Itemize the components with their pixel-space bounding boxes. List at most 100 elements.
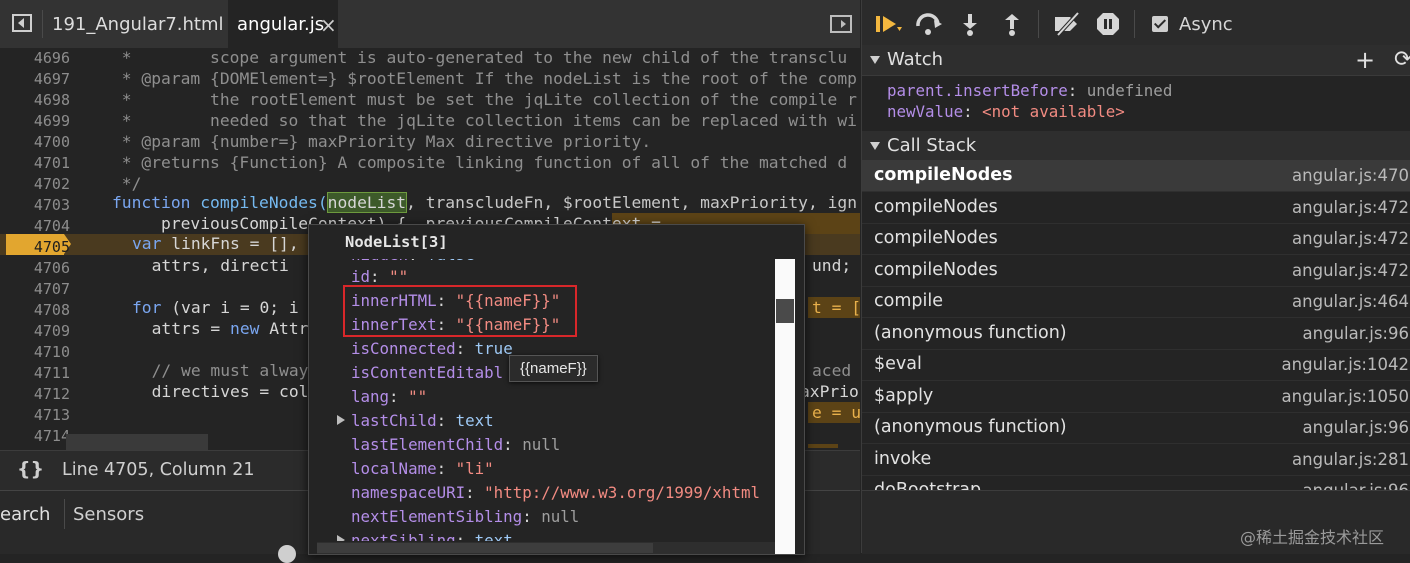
prop-sep: :: [522, 507, 542, 526]
callstack-frame[interactable]: $eval angular.js:1042: [862, 349, 1410, 381]
code-token: compileNodes(: [200, 193, 328, 212]
step-into-icon[interactable]: [960, 12, 980, 36]
sidebar-right-toggle-icon[interactable]: [830, 15, 852, 33]
callstack-frame[interactable]: compile angular.js:464: [862, 286, 1410, 318]
pretty-print-icon[interactable]: {}: [17, 458, 44, 480]
sidebar-toggle-icon[interactable]: [12, 14, 32, 32]
property-row[interactable]: nextElementSibling: null: [351, 507, 579, 526]
frame-name: compile: [874, 291, 943, 311]
frame-location: angular.js:472: [1292, 260, 1409, 280]
callstack-frame[interactable]: $apply angular.js:1050: [862, 381, 1410, 413]
line-number: 4707: [33, 280, 70, 298]
property-row[interactable]: namespaceURI: "http://www.w3.org/1999/xh…: [351, 483, 760, 502]
frame-location: angular.js:1042: [1281, 355, 1409, 374]
watch-section-header[interactable]: Watch + ⟳: [862, 45, 1410, 76]
async-checkbox[interactable]: [1152, 16, 1168, 32]
debugger-toolbar: Async: [862, 0, 1410, 49]
tab-search[interactable]: earch: [0, 504, 50, 525]
callstack-section-header[interactable]: Call Stack: [862, 131, 1410, 162]
expand-triangle-icon: [870, 142, 880, 150]
prop-key: isConnected: [351, 339, 456, 358]
property-row[interactable]: lastElementChild: null: [351, 435, 560, 454]
line-number: 4699: [33, 112, 70, 130]
scrollbar-thumb[interactable]: [776, 299, 794, 323]
line-number: 4702: [33, 175, 70, 193]
frame-name: $eval: [874, 354, 922, 374]
callstack-title: Call Stack: [887, 135, 977, 156]
refresh-icon[interactable]: ⟳: [1394, 45, 1410, 75]
property-row[interactable]: localName: "li": [351, 459, 494, 478]
line-number: 4714: [33, 427, 70, 445]
prop-key: namespaceURI: [351, 483, 466, 502]
expand-arrow-icon[interactable]: [337, 415, 345, 425]
prop-key: lastElementChild: [351, 435, 504, 454]
popover-horizontal-scrollbar[interactable]: [317, 542, 775, 554]
tab-191-angular7-html[interactable]: 191_Angular7.html: [52, 0, 224, 48]
tab-label: 191_Angular7.html: [52, 14, 224, 35]
callstack-frame[interactable]: invoke angular.js:281: [862, 444, 1410, 476]
frame-name: compileNodes: [874, 165, 1013, 185]
property-row[interactable]: lang: "": [351, 387, 427, 406]
hovered-variable[interactable]: nodeList: [326, 192, 408, 213]
tab-sensors[interactable]: Sensors: [73, 504, 144, 525]
callstack-frame[interactable]: (anonymous function) angular.js:96: [862, 412, 1410, 444]
popover-vertical-scrollbar[interactable]: [775, 259, 795, 554]
property-row[interactable]: hidden: false: [351, 259, 475, 264]
tab-angular-js[interactable]: angular.js ×: [228, 0, 338, 48]
callstack-frame[interactable]: compileNodes angular.js:472: [862, 192, 1410, 224]
prop-sep: :: [436, 459, 456, 478]
prop-value: "http://www.w3.org/1999/xhtml: [484, 483, 760, 502]
watch-value: <not available>: [982, 102, 1125, 121]
popover-title: NodeList[3]: [345, 233, 448, 251]
resume-icon[interactable]: [874, 12, 904, 36]
callstack-frame-selected[interactable]: compileNodes angular.js:470: [862, 160, 1410, 192]
code-token: {DOMElement=} $rootElement If the nodeLi…: [210, 69, 857, 88]
line-number: 4704: [33, 217, 70, 235]
code-line: */: [112, 174, 142, 193]
prop-value: false: [427, 259, 475, 264]
code-line-fragment: axPrio: [800, 382, 859, 401]
close-icon[interactable]: ×: [320, 0, 337, 50]
step-out-icon[interactable]: [1002, 12, 1022, 36]
toolbar-divider: [1134, 10, 1135, 38]
callstack-frame[interactable]: (anonymous function) angular.js:96: [862, 318, 1410, 350]
code-line: // we must alway: [132, 361, 309, 380]
property-row[interactable]: id: "": [351, 267, 408, 286]
clear-icon[interactable]: [278, 545, 296, 563]
prop-key: lang: [351, 387, 390, 406]
code-line: * the rootElement must be set the jqLite…: [112, 90, 857, 109]
frame-name: invoke: [874, 448, 932, 469]
object-preview-popover[interactable]: NodeList[3] hidden: false id: "" innerHT…: [308, 224, 805, 555]
scrollbar-thumb[interactable]: [317, 543, 653, 553]
horizontal-scrollbar[interactable]: [66, 434, 208, 450]
add-watch-icon[interactable]: +: [1355, 45, 1375, 75]
editor-tab-bar: 191_Angular7.html angular.js ×: [0, 0, 860, 49]
prop-sep: :: [455, 531, 475, 541]
property-row[interactable]: isContentEditabl: [351, 363, 503, 382]
property-row[interactable]: isConnected: true: [351, 339, 513, 358]
line-number: 4712: [33, 385, 70, 403]
watch-value: undefined: [1086, 81, 1173, 100]
expand-arrow-icon[interactable]: [337, 535, 345, 541]
watch-item[interactable]: parent.insertBefore: undefined: [887, 80, 1172, 101]
frame-name: compileNodes: [874, 228, 998, 248]
prop-sep: :: [389, 387, 409, 406]
pause-on-exceptions-icon[interactable]: [1096, 12, 1120, 36]
step-over-icon[interactable]: [914, 12, 944, 36]
watch-list: parent.insertBefore: undefined newValue:…: [887, 80, 1172, 122]
deactivate-breakpoints-icon[interactable]: [1052, 12, 1082, 36]
property-row-expandable[interactable]: nextSibling: text: [337, 531, 513, 541]
property-row-expandable[interactable]: lastChild: text: [337, 411, 494, 430]
prop-value: text: [474, 531, 513, 541]
code-line: attrs = new Attr: [132, 319, 309, 338]
callstack-frame[interactable]: compileNodes angular.js:472: [862, 223, 1410, 255]
prop-sep: :: [455, 339, 475, 358]
watch-item[interactable]: newValue: <not available>: [887, 101, 1172, 122]
inline-value-box: [808, 444, 838, 448]
line-number: 4703: [33, 196, 70, 214]
prop-value: text: [455, 411, 494, 430]
toolbar-divider: [1038, 10, 1039, 38]
callstack-frame[interactable]: compileNodes angular.js:472: [862, 255, 1410, 287]
value-tooltip: {{nameF}}: [509, 355, 598, 382]
prop-value: true: [474, 339, 513, 358]
